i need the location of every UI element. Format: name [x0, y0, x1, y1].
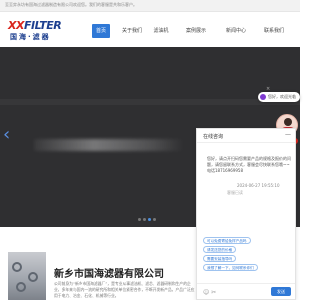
carousel-prev-arrow[interactable]: ‹ [3, 126, 10, 144]
quick-reply-button[interactable]: 我想了解一下，如何联系你们 [203, 264, 258, 271]
chat-title: 在线咨询 [203, 134, 224, 140]
chat-read-status: 客服已读 [227, 190, 243, 195]
carousel-dot-active[interactable] [148, 218, 151, 221]
chat-message: 您好，请点开扫码您需要产品的规格及报价的问题，请您留联系方式，客服会尽快联系您哦… [207, 156, 291, 173]
nav-item-contact[interactable]: 联系我们 [258, 24, 290, 38]
top-notice-bar: 至至弈永坊有国海过滤器制造有限公司欢迎您。我们的客服是共和乐客户。 [0, 0, 300, 12]
carousel-dot[interactable] [138, 218, 141, 221]
nav-item-oil-filter[interactable]: 滤油机 [148, 24, 174, 38]
close-icon[interactable]: × [266, 86, 270, 92]
company-title: 新乡市国海滤器有限公司 [54, 269, 164, 280]
company-photo [8, 252, 46, 300]
carousel-dot[interactable] [143, 218, 146, 221]
nav-item-cases[interactable]: 案例展示 [180, 24, 212, 38]
quick-reply-button[interactable]: 可以免费寄给免样产品吗 [203, 237, 251, 244]
chat-timestamp: 2024-06-27 19:55:10 [237, 183, 280, 188]
chat-bubble-icon [260, 94, 266, 100]
quick-reply-button[interactable]: 需要安装指导吗 [203, 255, 237, 262]
chat-window: 在线咨询 — 您好，请点开扫码您需要产品的规格及报价的问题，请您留联系方式，客服… [196, 128, 296, 300]
carousel-dot[interactable] [153, 218, 156, 221]
logo-xx: XX [8, 19, 24, 32]
minimize-icon[interactable]: — [285, 132, 291, 138]
welcome-bubble-text: 您好，欢迎光临 [268, 94, 296, 99]
hero-slogan-blurred [34, 139, 184, 151]
nav-item-about[interactable]: 关于我们 [118, 24, 146, 38]
send-button[interactable]: 发送 [271, 287, 291, 296]
logo-subtitle: 国海·滤器 [10, 33, 51, 41]
company-logo[interactable]: XXFILTER 国海·滤器 [8, 19, 64, 45]
main-nav: 首页 关于我们 滤油机 案例展示 新闻中心 联系我们 [88, 12, 300, 48]
emoji-icon[interactable]: ☺ ✂ [203, 289, 216, 296]
logo-filter: FILTER [23, 19, 62, 32]
top-notice-text: 至至弈永坊有国海过滤器制造有限公司欢迎您。我们的客服是共和乐客户。 [5, 2, 137, 7]
nav-item-home[interactable]: 首页 [92, 24, 110, 38]
nav-item-news[interactable]: 新闻中心 [220, 24, 252, 38]
company-description: 公司前身为“新乡市国海滤器厂”，是专业从事滤油机、滤芯、滤器研制和生产的企业，多… [54, 281, 195, 298]
quick-reply-button[interactable]: 请发送您的价格 [203, 246, 237, 253]
chat-header: 在线咨询 — [197, 129, 295, 143]
welcome-bubble[interactable]: 您好，欢迎光临 [258, 92, 300, 102]
chat-input-bar[interactable]: ☺ ✂ 发送 [197, 283, 295, 299]
logo-wordmark: XXFILTER [8, 19, 62, 32]
